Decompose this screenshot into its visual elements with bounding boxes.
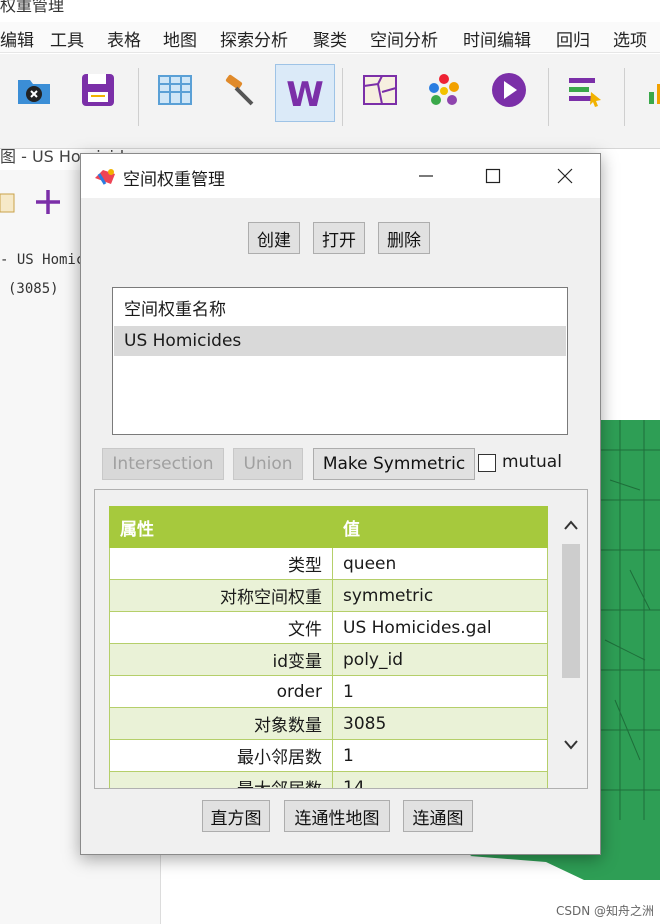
open-button[interactable]: 打开 (313, 222, 365, 254)
column-header-value: 值 (332, 506, 548, 548)
property-value: 1 (332, 675, 548, 708)
table-row: 类型 queen (109, 547, 548, 580)
delete-button[interactable]: 删除 (378, 222, 430, 254)
weights-list-header: 空间权重名称 (124, 299, 226, 320)
close-map-icon[interactable] (12, 68, 56, 112)
property-name: order (109, 675, 333, 708)
toolbar: W (0, 54, 660, 149)
weights-list-item[interactable]: US Homicides (114, 326, 566, 356)
layer-count: (3085) (8, 281, 59, 297)
scroll-up-icon[interactable] (562, 514, 580, 536)
create-button[interactable]: 创建 (248, 222, 300, 254)
menu-time-edit[interactable]: 时间编辑 (463, 26, 531, 51)
menu-map[interactable]: 地图 (163, 26, 197, 51)
property-name: 对称空间权重 (109, 579, 333, 612)
menu-edit[interactable]: 编辑 (0, 26, 34, 51)
table-row: order 1 (109, 675, 548, 708)
weights-app-icon (93, 166, 117, 190)
property-value: 14 (332, 771, 548, 788)
map-icon[interactable] (358, 68, 402, 112)
save-icon[interactable] (76, 68, 120, 112)
scroll-down-icon[interactable] (562, 734, 580, 756)
table-row: 文件 US Homicides.gal (109, 611, 548, 644)
scroll-thumb[interactable] (562, 544, 580, 678)
property-name: 文件 (109, 611, 333, 644)
weights-icon[interactable]: W (275, 64, 335, 122)
weights-list[interactable]: 空间权重名称 US Homicides (112, 287, 568, 435)
play-icon[interactable] (487, 68, 531, 112)
menu-tools[interactable]: 工具 (50, 26, 84, 51)
menu-explore[interactable]: 探索分析 (220, 26, 288, 51)
properties-panel: 属性 值 类型 queen 对称空间权重 symmetric 文件 US Hom… (94, 489, 588, 789)
dialog-title: 空间权重管理 (123, 170, 225, 190)
layer-name[interactable]: - US Homic (0, 252, 84, 268)
table-row: 最大邻居数 14 (109, 771, 548, 788)
table-row: 对象数量 3085 (109, 707, 548, 740)
chart-icon[interactable] (632, 68, 660, 112)
table-row: 最小邻居数 1 (109, 739, 548, 772)
menubar: 编辑 工具 表格 地图 探索分析 聚类 空间分析 时间编辑 回归 选项 (0, 22, 660, 53)
property-value: queen (332, 547, 548, 580)
menu-table[interactable]: 表格 (107, 26, 141, 51)
app-title: 权重管理 (0, 0, 65, 15)
connectivity-map-button[interactable]: 连通性地图 (284, 800, 390, 832)
mutual-checkbox[interactable] (478, 454, 496, 472)
add-layer-icon[interactable] (34, 188, 62, 220)
minimize-button[interactable] (403, 160, 449, 192)
svg-text:W: W (286, 75, 324, 115)
close-button[interactable] (542, 160, 588, 192)
make-symmetric-button[interactable]: Make Symmetric (313, 448, 475, 480)
table-icon[interactable] (153, 68, 197, 112)
layer-properties-icon[interactable] (0, 192, 16, 218)
menu-spatial-analysis[interactable]: 空间分析 (370, 26, 438, 51)
table-row: id变量 poly_id (109, 643, 548, 676)
property-value: 1 (332, 739, 548, 772)
menu-options[interactable]: 选项 (613, 26, 647, 51)
column-header-property: 属性 (109, 506, 333, 548)
regression-icon[interactable] (563, 68, 607, 112)
histogram-button[interactable]: 直方图 (202, 800, 270, 832)
properties-table: 属性 值 类型 queen 对称空间权重 symmetric 文件 US Hom… (109, 506, 548, 788)
mutual-label: mutual (502, 452, 562, 472)
dialog-titlebar: 空间权重管理 (81, 154, 600, 198)
property-name: 类型 (109, 547, 333, 580)
properties-scrollbar[interactable] (560, 506, 582, 776)
property-value: US Homicides.gal (332, 611, 548, 644)
property-value: symmetric (332, 579, 548, 612)
watermark: CSDN @知舟之洲 (556, 904, 655, 918)
maximize-button[interactable] (470, 160, 516, 192)
map-canvas[interactable] (600, 420, 660, 880)
tools-icon[interactable] (218, 68, 262, 112)
table-row: 对称空间权重 symmetric (109, 579, 548, 612)
weights-manager-dialog: 空间权重管理 创建 打开 删除 空间权重名称 US Homicides Inte… (80, 153, 601, 855)
property-name: 最大邻居数 (109, 771, 333, 788)
union-button[interactable]: Union (233, 448, 303, 480)
property-name: 最小邻居数 (109, 739, 333, 772)
property-value: 3085 (332, 707, 548, 740)
property-value: poly_id (332, 643, 548, 676)
menu-regression[interactable]: 回归 (556, 26, 590, 51)
cluster-icon[interactable] (422, 68, 466, 112)
property-name: id变量 (109, 643, 333, 676)
intersection-button[interactable]: Intersection (102, 448, 224, 480)
connectivity-graph-button[interactable]: 连通图 (403, 800, 473, 832)
menu-cluster[interactable]: 聚类 (313, 26, 347, 51)
property-name: 对象数量 (109, 707, 333, 740)
